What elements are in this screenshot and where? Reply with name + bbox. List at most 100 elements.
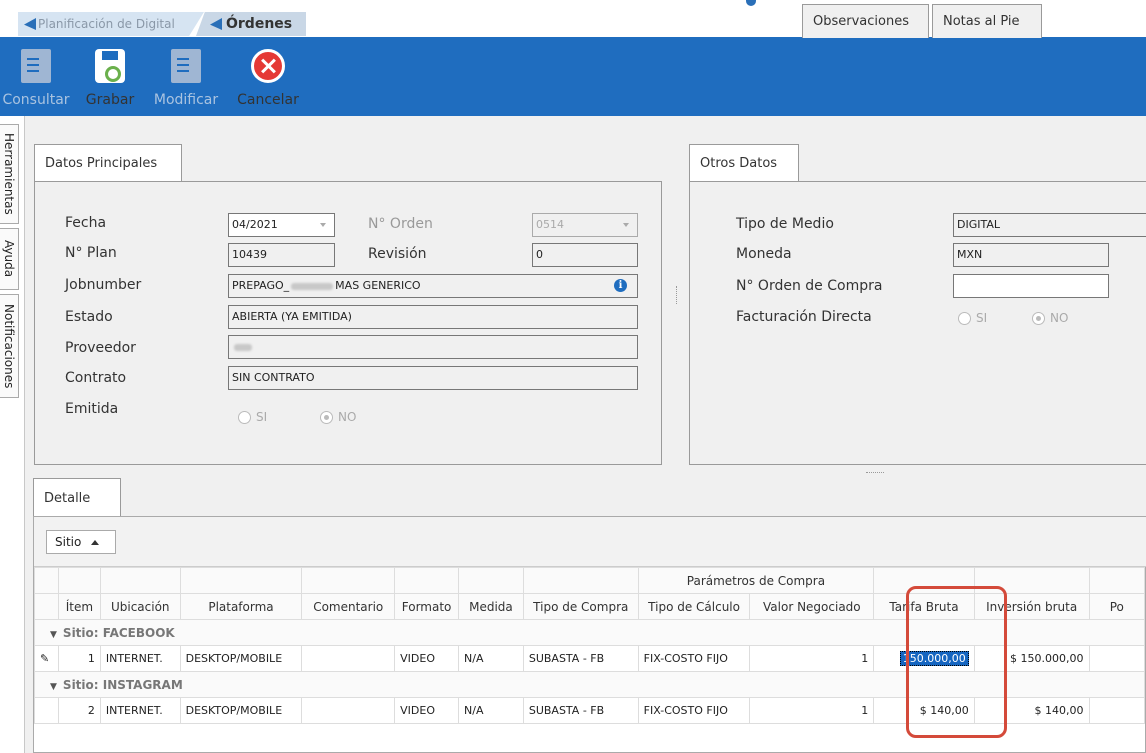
cell-tarifa-bruta[interactable]: $ 140,00 xyxy=(873,697,975,724)
cell-comentario[interactable] xyxy=(301,697,396,724)
consultar-label: Consultar xyxy=(2,92,70,108)
facturacion-no-radio[interactable]: NO xyxy=(1032,311,1068,325)
cell-inversion-bruta[interactable]: $ 140,00 xyxy=(973,697,1090,724)
cell-medida[interactable]: N/A xyxy=(458,645,524,672)
cell-tipo-compra[interactable]: SUBASTA - FB xyxy=(522,697,639,724)
plan-label: N° Plan xyxy=(65,245,117,261)
cell-tarifa-bruta[interactable]: 150.000,00 xyxy=(873,645,975,672)
cell-tipo-calculo[interactable]: FIX-COSTO FIJO xyxy=(637,645,751,672)
cell-item[interactable]: 2 xyxy=(57,697,101,724)
side-tab-label: Herramientas xyxy=(2,133,16,215)
group-row-instagram[interactable]: ▼ Sitio: INSTAGRAM xyxy=(34,671,1145,698)
modificar-button[interactable]: Modificar xyxy=(146,37,226,116)
detalle-grid: Sitio Parámetros de Compra Ítem Ubicació… xyxy=(33,516,1146,753)
tab-arrow-icon xyxy=(24,18,36,30)
cell-item[interactable]: 1 xyxy=(57,645,101,672)
revision-field: 0 xyxy=(532,243,638,267)
radio-label: SI xyxy=(256,410,268,424)
table-row[interactable]: 2 INTERNET. DESKTOP/MOBILE VIDEO N/A SUB… xyxy=(34,697,1146,724)
cell-valor-negociado[interactable]: 1 xyxy=(749,645,875,672)
cell-inversion-bruta[interactable]: $ 150.000,00 xyxy=(973,645,1090,672)
estado-label: Estado xyxy=(65,309,113,325)
moneda-field: MXN xyxy=(953,243,1109,267)
emitida-si-radio[interactable]: SI xyxy=(238,410,267,424)
modificar-label: Modificar xyxy=(153,92,219,108)
tipo-medio-field: DIGITAL xyxy=(953,213,1146,237)
tab-detalle[interactable]: Detalle xyxy=(33,478,121,517)
contrato-label: Contrato xyxy=(65,370,127,386)
facturacion-directa-label: Facturación Directa xyxy=(736,309,872,325)
tab-label: Datos Principales xyxy=(45,156,158,171)
side-tab-herramientas[interactable]: Herramientas xyxy=(0,124,19,224)
collapse-arrow-icon[interactable]: ▼ xyxy=(50,630,57,640)
cell-po[interactable] xyxy=(1088,645,1146,672)
tab-datos-principales[interactable]: Datos Principales xyxy=(34,144,182,182)
collapse-arrow-icon[interactable]: ▼ xyxy=(50,682,57,692)
consultar-button[interactable]: Consultar xyxy=(0,37,72,116)
vertical-splitter[interactable] xyxy=(676,286,678,304)
col-header-tarifa-bruta[interactable]: Tarifa Bruta xyxy=(873,593,975,620)
col-header-item[interactable]: Ítem xyxy=(57,593,101,620)
cell-plataforma[interactable]: DESKTOP/MOBILE xyxy=(179,697,303,724)
cell-plataforma[interactable]: DESKTOP/MOBILE xyxy=(179,645,303,672)
tab-observaciones[interactable]: Observaciones xyxy=(802,4,929,38)
cell-po[interactable] xyxy=(1088,697,1146,724)
col-header-tipo-calculo[interactable]: Tipo de Cálculo xyxy=(637,593,751,620)
cell-comentario[interactable] xyxy=(301,645,396,672)
col-header-formato[interactable]: Formato xyxy=(394,593,460,620)
estado-field: ABIERTA (YA EMITIDA) xyxy=(228,305,638,329)
fecha-select[interactable]: 04/2021 xyxy=(228,213,335,237)
grabar-button[interactable]: Grabar xyxy=(80,37,140,116)
group-row-facebook[interactable]: ▼ Sitio: FACEBOOK xyxy=(34,619,1145,646)
col-header-po[interactable]: Po xyxy=(1088,593,1146,620)
parametros-compra-band: Parámetros de Compra xyxy=(637,567,875,594)
orden-label: N° Orden xyxy=(368,216,433,232)
col-header-ubicacion[interactable]: Ubicación xyxy=(99,593,181,620)
cell-formato[interactable]: VIDEO xyxy=(394,697,460,724)
emitida-no-radio[interactable]: NO xyxy=(320,410,356,424)
chevron-down-icon xyxy=(623,223,629,227)
side-tab-ayuda[interactable]: Ayuda xyxy=(0,228,19,290)
tab-planificacion-digital[interactable]: Planificación de Digital xyxy=(18,12,204,36)
col-header-valor-negociado[interactable]: Valor Negociado xyxy=(749,593,875,620)
col-header-comentario[interactable]: Comentario xyxy=(301,593,396,620)
emitida-label: Emitida xyxy=(65,401,119,417)
col-header-medida[interactable]: Medida xyxy=(458,593,524,620)
tab-ordenes[interactable]: Órdenes xyxy=(196,12,306,36)
jobnumber-suffix: MAS GENERICO xyxy=(335,279,421,292)
info-icon[interactable]: i xyxy=(614,279,627,292)
orden-select[interactable]: 0514 xyxy=(532,213,638,237)
tipo-medio-label: Tipo de Medio xyxy=(736,216,834,232)
group-by-sitio-chip[interactable]: Sitio xyxy=(46,530,116,554)
tab-notas-al-pie[interactable]: Notas al Pie xyxy=(932,4,1042,38)
tab-otros-datos[interactable]: Otros Datos xyxy=(689,144,799,182)
orden-value: 0514 xyxy=(536,218,564,231)
cell-formato[interactable]: VIDEO xyxy=(394,645,460,672)
orden-compra-input[interactable] xyxy=(953,274,1109,298)
side-tab-notificaciones[interactable]: Notificaciones xyxy=(0,294,19,398)
proveedor-field xyxy=(228,335,638,359)
radio-dot xyxy=(238,410,251,424)
cancelar-button[interactable]: Cancelar xyxy=(230,37,306,116)
col-header-plataforma[interactable]: Plataforma xyxy=(179,593,303,620)
cell-ubicacion[interactable]: INTERNET. xyxy=(99,697,181,724)
tab-label: Notas al Pie xyxy=(943,14,1020,29)
moneda-label: Moneda xyxy=(736,246,792,262)
group-by-label: Sitio xyxy=(55,535,82,549)
col-header-inversion-bruta[interactable]: Inversión bruta xyxy=(973,593,1090,620)
tarifa-bruta-editor[interactable]: 150.000,00 xyxy=(899,651,969,666)
group-by-panel: Sitio xyxy=(34,517,1146,567)
table-row[interactable]: ✎ 1 INTERNET. DESKTOP/MOBILE VIDEO N/A S… xyxy=(34,645,1146,672)
cell-tipo-compra[interactable]: SUBASTA - FB xyxy=(522,645,639,672)
cell-tipo-calculo[interactable]: FIX-COSTO FIJO xyxy=(637,697,751,724)
tab-label: Observaciones xyxy=(813,14,909,29)
col-header-tipo-compra[interactable]: Tipo de Compra xyxy=(522,593,639,620)
side-tab-label: Ayuda xyxy=(2,240,16,278)
orden-compra-label: N° Orden de Compra xyxy=(736,278,883,294)
horizontal-splitter[interactable] xyxy=(866,472,884,474)
consult-document-icon xyxy=(21,49,51,83)
facturacion-si-radio[interactable]: SI xyxy=(958,311,987,325)
cell-ubicacion[interactable]: INTERNET. xyxy=(99,645,181,672)
cell-valor-negociado[interactable]: 1 xyxy=(749,697,875,724)
cell-medida[interactable]: N/A xyxy=(458,697,524,724)
